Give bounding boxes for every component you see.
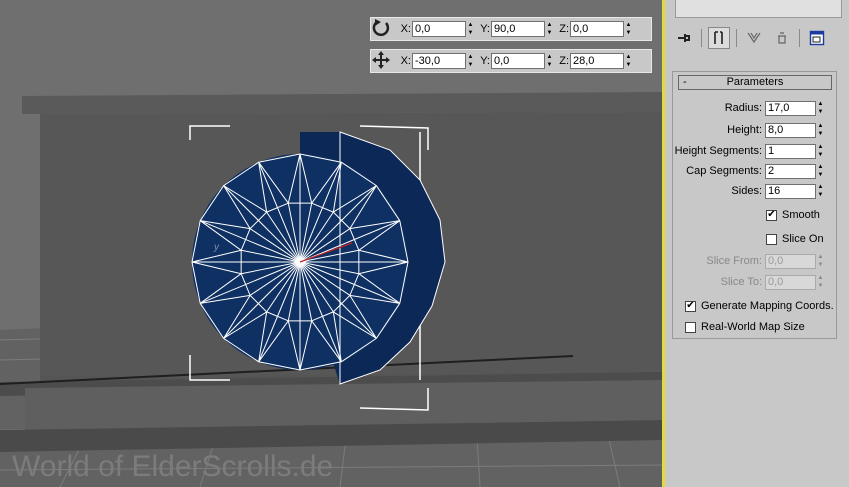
slice-from-spinner: ▲ ▼ <box>817 254 824 268</box>
slice-to-spinner: ▲ ▼ <box>817 275 824 289</box>
slice-to-row: Slice To: ▲▼ <box>721 274 826 290</box>
slice-on-label: Slice On <box>782 233 824 245</box>
parameters-rollout: - Parameters Radius: ▲▼ Height: ▲▼ Heigh… <box>672 71 837 339</box>
pin-stack-icon[interactable] <box>673 27 695 49</box>
radius-label: Radius: <box>724 102 762 114</box>
radius-input[interactable] <box>765 100 816 116</box>
real-world-checkbox[interactable]: Real-World Map Size <box>685 321 805 333</box>
rotate-y-label: Y: <box>480 23 490 35</box>
height-row: Height: ▲▼ <box>727 122 826 138</box>
move-z-label: Z: <box>559 55 569 67</box>
show-end-result-icon[interactable] <box>708 27 730 49</box>
rotate-z-spinner[interactable]: ▲ ▼ <box>624 21 633 37</box>
generate-mapping-label: Generate Mapping Coords. <box>701 300 834 312</box>
move-icon[interactable] <box>371 50 397 72</box>
rotate-typein-bar: X: ▲▼ Y: ▲▼ Z: ▲▼ <box>370 17 652 41</box>
move-y-spinner[interactable]: ▲ ▼ <box>545 53 554 69</box>
axis-label-y: y <box>213 242 220 253</box>
height-segments-row: Height Segments: ▲▼ <box>675 143 826 159</box>
sides-row: Sides: ▲▼ <box>731 183 826 199</box>
cap-segments-spinner[interactable]: ▲ ▼ <box>816 163 825 179</box>
slice-from-input <box>765 253 816 269</box>
height-segments-input[interactable] <box>765 143 816 159</box>
parameters-rollout-header[interactable]: - Parameters <box>678 75 832 90</box>
cap-segments-label: Cap Segments: <box>686 165 762 177</box>
slice-to-label: Slice To: <box>720 276 762 288</box>
remove-modifier-icon[interactable] <box>771 27 793 49</box>
modifier-list-area[interactable] <box>675 0 842 18</box>
configure-sets-icon[interactable] <box>806 27 828 49</box>
rotate-x-spinner[interactable]: ▲ ▼ <box>466 21 475 37</box>
move-x-label: X: <box>400 55 411 67</box>
viewport-scene: y World of ElderScrolls.de <box>0 0 663 487</box>
slice-on-box[interactable] <box>766 233 777 245</box>
move-z-input[interactable] <box>570 53 624 69</box>
height-label: Height: <box>727 124 762 136</box>
smooth-checkbox[interactable]: ✔ Smooth <box>766 209 820 221</box>
perspective-viewport[interactable]: y World of ElderScrolls.de X: ▲▼ Y: ▲▼ Z… <box>0 0 663 487</box>
collapse-icon: - <box>683 76 687 88</box>
slice-to-input <box>765 274 816 290</box>
rotate-z-label: Z: <box>559 23 569 35</box>
move-x-spinner[interactable]: ▲ ▼ <box>466 53 475 69</box>
rotate-x-input[interactable] <box>412 21 466 37</box>
modifier-stack-toolbar <box>673 26 843 50</box>
radius-spinner[interactable]: ▲ ▼ <box>816 100 825 116</box>
rotate-z-input[interactable] <box>570 21 624 37</box>
height-segments-spinner[interactable]: ▲ ▼ <box>816 143 825 159</box>
radius-row: Radius: ▲▼ <box>725 100 826 116</box>
sides-spinner[interactable]: ▲ ▼ <box>816 183 825 199</box>
cap-segments-row: Cap Segments: ▲▼ <box>686 163 826 179</box>
generate-mapping-box[interactable]: ✔ <box>685 300 696 312</box>
move-typein-bar: X: ▲▼ Y: ▲▼ Z: ▲▼ <box>370 49 652 73</box>
real-world-label: Real-World Map Size <box>701 321 805 333</box>
sides-input[interactable] <box>765 183 816 199</box>
cap-segments-input[interactable] <box>765 163 816 179</box>
slice-from-row: Slice From: ▲▼ <box>706 253 826 269</box>
height-segments-label: Height Segments: <box>674 145 762 157</box>
make-unique-icon[interactable] <box>743 27 765 49</box>
move-y-label: Y: <box>480 55 490 67</box>
height-input[interactable] <box>765 122 816 138</box>
height-spinner[interactable]: ▲ ▼ <box>816 122 825 138</box>
rotate-icon[interactable] <box>371 18 397 40</box>
move-z-spinner[interactable]: ▲ ▼ <box>624 53 633 69</box>
slice-on-checkbox[interactable]: Slice On <box>766 233 824 245</box>
sides-label: Sides: <box>731 185 762 197</box>
generate-mapping-checkbox[interactable]: ✔ Generate Mapping Coords. <box>685 300 834 312</box>
smooth-label: Smooth <box>782 209 820 221</box>
rotate-x-label: X: <box>400 23 411 35</box>
slice-from-label: Slice From: <box>706 255 762 267</box>
command-panel: - Parameters Radius: ▲▼ Height: ▲▼ Heigh… <box>665 0 849 487</box>
rotate-y-spinner[interactable]: ▲ ▼ <box>545 21 554 37</box>
watermark-text: World of ElderScrolls.de <box>12 450 333 483</box>
rollout-title: Parameters <box>726 76 784 88</box>
smooth-box[interactable]: ✔ <box>766 209 777 221</box>
move-y-input[interactable] <box>491 53 545 69</box>
real-world-box[interactable] <box>685 321 696 333</box>
rotate-y-input[interactable] <box>491 21 545 37</box>
move-x-input[interactable] <box>412 53 466 69</box>
